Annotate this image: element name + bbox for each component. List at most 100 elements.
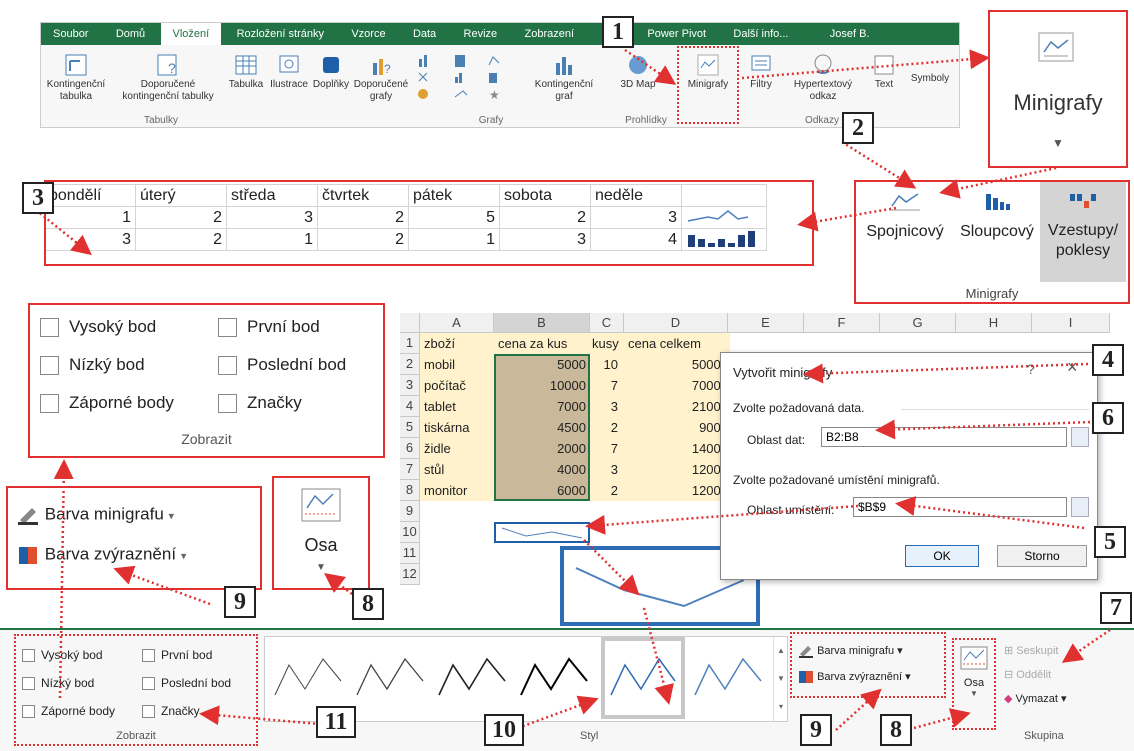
cell-qty[interactable]: 10 — [592, 354, 618, 375]
cell-qty[interactable]: 2 — [592, 417, 618, 438]
tab-data[interactable]: Data — [401, 23, 448, 45]
week-cell[interactable]: 3 — [226, 206, 318, 229]
cell-price[interactable]: 5000 — [498, 354, 586, 375]
data-range-input[interactable] — [821, 427, 1067, 447]
highlight-color-button[interactable]: Barva zvýraznění ▾ — [798, 670, 911, 684]
cell-qty[interactable]: 3 — [592, 459, 618, 480]
week-cell[interactable]: 2 — [135, 228, 227, 251]
week-cell[interactable]: 1 — [46, 206, 136, 229]
tab-home[interactable]: Domů — [104, 23, 157, 45]
help-icon[interactable]: ? — [1027, 361, 1035, 377]
first-point-checkbox[interactable] — [142, 649, 155, 663]
low-point-option[interactable]: Nízký bod — [40, 355, 145, 376]
week-cell[interactable]: 2 — [499, 206, 591, 229]
high-point-checkbox[interactable] — [40, 318, 59, 338]
style-option[interactable] — [351, 641, 431, 715]
pivot-table-button[interactable]: Kontingenční tabulka — [43, 53, 109, 103]
cell-b9-sparkline[interactable] — [494, 522, 590, 543]
cell-name[interactable]: počítač — [424, 375, 494, 396]
week-cell[interactable]: 2 — [135, 206, 227, 229]
markers-option[interactable]: Značky — [142, 704, 200, 719]
last-point-checkbox[interactable] — [218, 356, 237, 376]
cell-price[interactable]: 4000 — [498, 459, 586, 480]
ok-button[interactable]: OK — [905, 545, 979, 567]
collapse-range-icon[interactable] — [1071, 427, 1089, 447]
week-cell[interactable]: 3 — [46, 228, 136, 251]
week-cell[interactable]: 4 — [590, 228, 682, 251]
cell-d1[interactable]: cena celkem — [628, 333, 728, 354]
cell-name[interactable]: stůl — [424, 459, 494, 480]
cell-name[interactable]: tablet — [424, 396, 494, 417]
axis-button[interactable]: Osa ▼ — [954, 646, 994, 698]
column-sparkline-button[interactable]: Sloupcový — [952, 188, 1042, 241]
high-point-option[interactable]: Vysoký bod — [40, 317, 156, 338]
negative-points-option[interactable]: Záporné body — [22, 704, 115, 719]
pivot-chart-button[interactable]: Kontingenční graf — [531, 53, 597, 103]
row-header[interactable]: 7 — [400, 459, 420, 480]
cell-name[interactable]: monitor — [424, 480, 494, 501]
cell-price[interactable]: 10000 — [498, 375, 586, 396]
group-button[interactable]: ⊞ Seskupit — [1004, 644, 1058, 657]
collapse-location-icon[interactable] — [1071, 497, 1089, 517]
cell-price[interactable]: 7000 — [498, 396, 586, 417]
column-header[interactable]: I — [1032, 313, 1110, 333]
row-header[interactable]: 12 — [400, 564, 420, 585]
cell-total[interactable]: 70000 — [628, 375, 728, 396]
style-option-selected[interactable] — [601, 637, 685, 719]
cell-name[interactable]: mobil — [424, 354, 494, 375]
markers-option[interactable]: Značky — [218, 393, 302, 414]
column-sparkline-cell[interactable] — [681, 228, 767, 251]
row-header[interactable]: 9 — [400, 501, 420, 522]
week-cell[interactable]: 1 — [226, 228, 318, 251]
line-sparkline-button[interactable]: Spojnicový — [858, 188, 952, 241]
location-range-input[interactable] — [853, 497, 1067, 517]
cancel-button[interactable]: Storno — [997, 545, 1087, 567]
line-color-button[interactable]: Barva minigrafu ▾ — [16, 504, 174, 526]
cell-total[interactable]: 9000 — [628, 417, 728, 438]
last-point-option[interactable]: Poslední bod — [142, 676, 231, 691]
tab-review[interactable]: Revize — [452, 23, 510, 45]
chart-gallery-icons[interactable]: ★ — [413, 51, 533, 102]
cell-qty[interactable]: 2 — [592, 480, 618, 501]
tab-insert[interactable]: Vložení — [160, 23, 222, 45]
cell-total[interactable]: 50000 — [628, 354, 728, 375]
filters-button[interactable]: Filtry — [743, 53, 779, 91]
low-point-checkbox[interactable] — [22, 677, 35, 691]
first-point-option[interactable]: První bod — [218, 317, 320, 338]
row-header[interactable]: 10 — [400, 522, 420, 543]
recommended-charts-button[interactable]: ? Doporučené grafy — [353, 53, 409, 103]
cell-qty[interactable]: 3 — [592, 396, 618, 417]
ungroup-button[interactable]: ⊟ Oddělit — [1004, 668, 1051, 681]
cell-total[interactable]: 14000 — [628, 438, 728, 459]
symbols-button[interactable]: Symboly — [905, 73, 955, 85]
cell-total[interactable]: 12000 — [628, 480, 728, 501]
axis-button[interactable]: Osa ▼ — [274, 488, 368, 573]
cell-name[interactable]: židle — [424, 438, 494, 459]
markers-checkbox[interactable] — [218, 394, 237, 414]
3d-map-button[interactable]: 3D Map — [617, 53, 659, 91]
row-header[interactable]: 4 — [400, 396, 420, 417]
week-cell[interactable]: 3 — [499, 228, 591, 251]
week-cell[interactable]: 2 — [317, 206, 409, 229]
cell-a1[interactable]: zboží — [424, 333, 494, 354]
tab-file[interactable]: Soubor — [41, 23, 100, 45]
style-option[interactable] — [269, 641, 349, 715]
style-option[interactable] — [433, 641, 513, 715]
cell-price[interactable]: 4500 — [498, 417, 586, 438]
tab-formulas[interactable]: Vzorce — [339, 23, 397, 45]
tab-power-pivot[interactable]: Power Pivot — [635, 23, 718, 45]
recommended-pivot-button[interactable]: ? Doporučené kontingenční tabulky — [113, 53, 223, 103]
cell-name[interactable]: tiskárna — [424, 417, 494, 438]
column-header[interactable]: C — [590, 313, 624, 333]
week-cell[interactable]: 5 — [408, 206, 500, 229]
negative-points-option[interactable]: Záporné body — [40, 393, 174, 414]
row-header[interactable]: 3 — [400, 375, 420, 396]
style-option[interactable] — [689, 641, 769, 715]
hyperlink-button[interactable]: Hypertextový odkaz — [783, 53, 863, 103]
cell-b1[interactable]: cena za kus — [498, 333, 588, 354]
row-header[interactable]: 11 — [400, 543, 420, 564]
gallery-scroll[interactable]: ▲ ▼ ▾ — [773, 637, 788, 721]
tab-tell-me[interactable]: Další info... — [721, 23, 800, 45]
illustrations-button[interactable]: Ilustrace — [269, 53, 309, 91]
text-button[interactable]: Text — [867, 53, 901, 91]
